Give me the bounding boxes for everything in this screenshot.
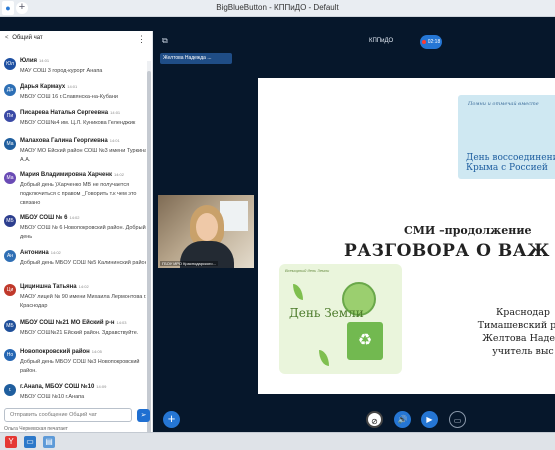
message-text: Добрый день МБОУ СОШ №3 Новопокровский р… (20, 359, 140, 374)
message-text: МАУ СОШ 3 город-курорт Анапа (20, 68, 103, 74)
message-text: Добрый день )Харченко МВ не получается п… (20, 182, 137, 206)
chat-scrollbar[interactable] (147, 61, 151, 433)
avatar: Ан (4, 250, 16, 262)
crimea-day-card: Помни и отмечай вместе День воссоединени… (458, 95, 555, 179)
screen-share-icon[interactable]: ▭ (449, 411, 466, 428)
slide-info-block: Краснодар Тимашевский рай Желтова Надеж … (458, 306, 555, 358)
chat-header[interactable]: < Общий чат ⋮ (0, 31, 152, 49)
slide-info-line: Тимашевский рай (477, 320, 555, 331)
presentation-slide: Помни и отмечай вместе День воссоединени… (258, 78, 555, 394)
slide-title-line1: СМИ –продолжение (404, 224, 532, 237)
message-author: г.Анапа, МБОУ СОШ №10 14:09 (20, 384, 107, 390)
message-author: МБОУ СОШ № 6 14:02 (20, 215, 80, 221)
slide-info-line: Краснодар (495, 307, 551, 318)
earth-card-title: День Земли (289, 306, 364, 320)
message-author: Дарья Кармаух 14:01 (20, 84, 78, 90)
message-time: 14:01 (39, 58, 50, 63)
no-presentation-icon[interactable]: ⊘ (366, 411, 383, 428)
recording-indicator[interactable]: 02:18 (420, 35, 442, 49)
message-author: Антонина 14:02 (20, 250, 61, 256)
message-time: 14:02 (69, 215, 80, 220)
avatar: Ма (4, 138, 16, 150)
webcam-person-face (196, 213, 218, 241)
video-icon[interactable]: ▶ (421, 411, 438, 428)
users-icon[interactable]: ⧉ (162, 36, 168, 46)
message-author: МБОУ СОШ №21 МО Ейский р-н 14:03 (20, 320, 127, 326)
avatar: Но (4, 349, 16, 361)
message-time: 14:02 (78, 284, 89, 289)
message-time: 14:02 (50, 250, 61, 255)
message-author: Цициншна Татьяна 14:02 (20, 284, 89, 290)
avatar: Ци (4, 284, 16, 296)
avatar: МБ (4, 215, 16, 227)
message-author: Писарева Наталья Сергеевна 14:01 (20, 110, 121, 116)
chat-scrollbar-thumb[interactable] (147, 71, 151, 433)
files-app-icon[interactable]: ▤ (43, 436, 55, 448)
earth-day-card: Всемирный день Земли День Земли ♻ (279, 264, 402, 374)
message-text: МБОУ СОШ№4 им. Ц.Л. Куникова Геленджик (20, 120, 136, 126)
presenter-chip[interactable]: Желтова Надежда ... (160, 53, 232, 64)
message-time: 14:03 (116, 320, 127, 325)
avatar: Да (4, 84, 16, 96)
message-author: Малахова Галина Георгиевна 14:01 (20, 138, 120, 144)
plus-icon[interactable]: + (163, 411, 180, 428)
message-text: МБОУ СОШ 16 г.Славянска-на-Кубани (20, 94, 118, 100)
avatar: МБ (4, 320, 16, 332)
window-title: BigBlueButton - КППиДО - Default (216, 3, 339, 12)
os-taskbar: Y ▭ ▤ (0, 432, 555, 450)
chat-message-list: Юл Юлия 14:01 МАУ СОШ 3 город-курорт Анап… (0, 54, 146, 434)
record-dot-icon (421, 39, 426, 44)
message-text: Добрый день МБОУ СОШ №5 Калининский райо… (20, 260, 146, 266)
kebab-menu-icon[interactable]: ⋮ (137, 34, 146, 45)
message-text: МБОУ СОШ №10 г.Анапа (20, 394, 85, 400)
message-time: 14:01 (67, 84, 78, 89)
message-author: Юлия 14:01 (20, 58, 50, 64)
browser-titlebar: ● + BigBlueButton - КППиДО - Default (0, 0, 555, 17)
message-time: 14:02 (113, 172, 124, 177)
message-text: МАОУ МО Ейский район СОШ №3 имени Туркин… (20, 148, 146, 163)
slide-title-line2: РАЗГОВОРА О ВАЖ (344, 241, 550, 261)
monitor-app-icon[interactable]: ▭ (24, 436, 36, 448)
avatar: г. (4, 384, 16, 396)
message-time: 14:01 (109, 138, 120, 143)
recycle-bag-icon: ♻ (347, 322, 383, 360)
message-time: 14:09 (96, 384, 107, 389)
webcam-label: ГБОУ ИРО Краснодарского... (160, 261, 218, 266)
webcam-window-bg (220, 201, 248, 231)
send-icon[interactable]: ➢ (137, 409, 150, 422)
earth-card-tagline: Всемирный день Земли (285, 268, 330, 273)
crimea-card-cursive: Помни и отмечай вместе (468, 101, 539, 107)
message-time: 14:01 (110, 110, 121, 115)
message-text: МБОУ СОШ№21 Ейский район. Здравствуйте. (20, 330, 139, 336)
message-text: МАОУ лицей № 90 имени Михаила Лермонтова… (20, 294, 146, 309)
audio-icon[interactable]: 🔊 (394, 411, 411, 428)
browser-app-icon[interactable]: Y (5, 436, 17, 448)
meeting-top-bar: ⧉ КППиДО 02:18 (156, 31, 555, 53)
slide-info-line: Желтова Надеж (482, 333, 555, 344)
avatar: Юл (4, 58, 16, 70)
chat-title: Общий чат (12, 35, 43, 41)
avatar: Пи (4, 110, 16, 122)
webcam-video[interactable]: ГБОУ ИРО Краснодарского... (158, 195, 254, 268)
message-author: Мария Владимировна Харченк 14:02 (20, 172, 124, 178)
message-text: МБОУ СОШ № 6 Новопокровский район. Добры… (20, 225, 146, 240)
message-author: Новопокровский район 14:05 (20, 349, 102, 355)
slide-info-line: учитель выс (492, 346, 554, 357)
leaf-icon (319, 350, 329, 366)
crimea-card-title: День воссоединения Крыма с Россией (466, 153, 555, 173)
recording-time: 02:18 (427, 39, 441, 45)
leaf-icon (293, 284, 303, 300)
avatar: Ма (4, 172, 16, 184)
message-time: 14:05 (91, 349, 102, 354)
back-chevron-icon[interactable]: < (5, 35, 9, 41)
chat-message-input[interactable]: Отправить сообщение Общий чат (4, 408, 132, 422)
chat-panel: < Общий чат ⋮ Юл Юлия 14:01 МАУ СОШ 3 гор… (0, 31, 153, 434)
room-name: КППиДО (369, 38, 394, 44)
